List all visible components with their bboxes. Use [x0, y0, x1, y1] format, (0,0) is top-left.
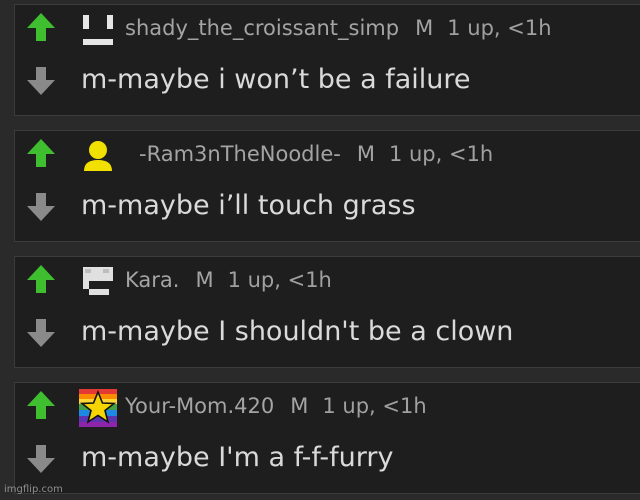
comment-text: m-maybe I shouldn't be a clown — [81, 316, 514, 347]
username-link[interactable]: Kara. — [125, 268, 179, 292]
up-arrow-icon — [27, 139, 55, 167]
up-arrow-icon — [27, 391, 55, 419]
downvote-button[interactable] — [26, 66, 56, 96]
mod-badge: M — [415, 16, 434, 40]
vote-column — [15, 131, 67, 241]
downvote-button[interactable] — [26, 192, 56, 222]
username-link[interactable]: Your-Mom.420 — [125, 394, 274, 418]
comment-header: Your-Mom.420 M 1 up, <1h — [125, 391, 427, 421]
down-arrow-icon — [27, 319, 55, 347]
comment-meta: 1 up, <1h — [227, 268, 332, 292]
yellow-person-icon — [79, 137, 117, 175]
mod-badge: M — [195, 268, 214, 292]
comment-card: Kara. M 1 up, <1h m-maybe I shouldn't be a… — [14, 256, 640, 368]
comment-card: shady_the_croissant_simp M 1 up, <1h m-may… — [14, 4, 640, 116]
vote-column — [15, 5, 67, 115]
up-arrow-icon — [27, 13, 55, 41]
rainbow-star-icon — [79, 389, 117, 427]
comment-card: -Ram3nTheNoodle- M 1 up, <1h m-maybe i’ll … — [14, 130, 640, 242]
comment-meta: 1 up, <1h — [322, 394, 427, 418]
up-arrow-icon — [27, 265, 55, 293]
mod-badge: M — [356, 142, 375, 166]
down-arrow-icon — [27, 193, 55, 221]
upvote-button[interactable] — [26, 264, 56, 294]
vote-column — [15, 257, 67, 367]
upvote-button[interactable] — [26, 390, 56, 420]
minimal-face-icon — [79, 11, 117, 49]
comment-card: Your-Mom.420 M 1 up, <1h m-maybe I'm a f-f… — [14, 382, 640, 494]
comment-meta: 1 up, <1h — [388, 142, 494, 166]
username-link[interactable]: shady_the_croissant_simp — [125, 16, 399, 40]
down-arrow-icon — [27, 445, 55, 473]
comment-header: -Ram3nTheNoodle- M 1 up, <1h — [139, 139, 493, 169]
username-link[interactable]: -Ram3nTheNoodle- — [139, 142, 341, 166]
mod-badge: M — [290, 394, 309, 418]
vote-column — [15, 383, 67, 493]
watermark: imgflip.com — [4, 484, 63, 495]
down-arrow-icon — [27, 67, 55, 95]
comment-header: Kara. M 1 up, <1h — [125, 265, 332, 295]
comment-text: m-maybe i’ll touch grass — [81, 190, 416, 221]
upvote-button[interactable] — [26, 12, 56, 42]
downvote-button[interactable] — [26, 318, 56, 348]
comment-text: m-maybe I'm a f-f-furry — [81, 442, 394, 473]
upvote-button[interactable] — [26, 138, 56, 168]
downvote-button[interactable] — [26, 444, 56, 474]
comment-text: m-maybe i won’t be a failure — [81, 64, 471, 95]
pixel-face-icon — [79, 263, 117, 301]
comment-meta: 1 up, <1h — [447, 16, 552, 40]
comment-header: shady_the_croissant_simp M 1 up, <1h — [125, 13, 552, 43]
